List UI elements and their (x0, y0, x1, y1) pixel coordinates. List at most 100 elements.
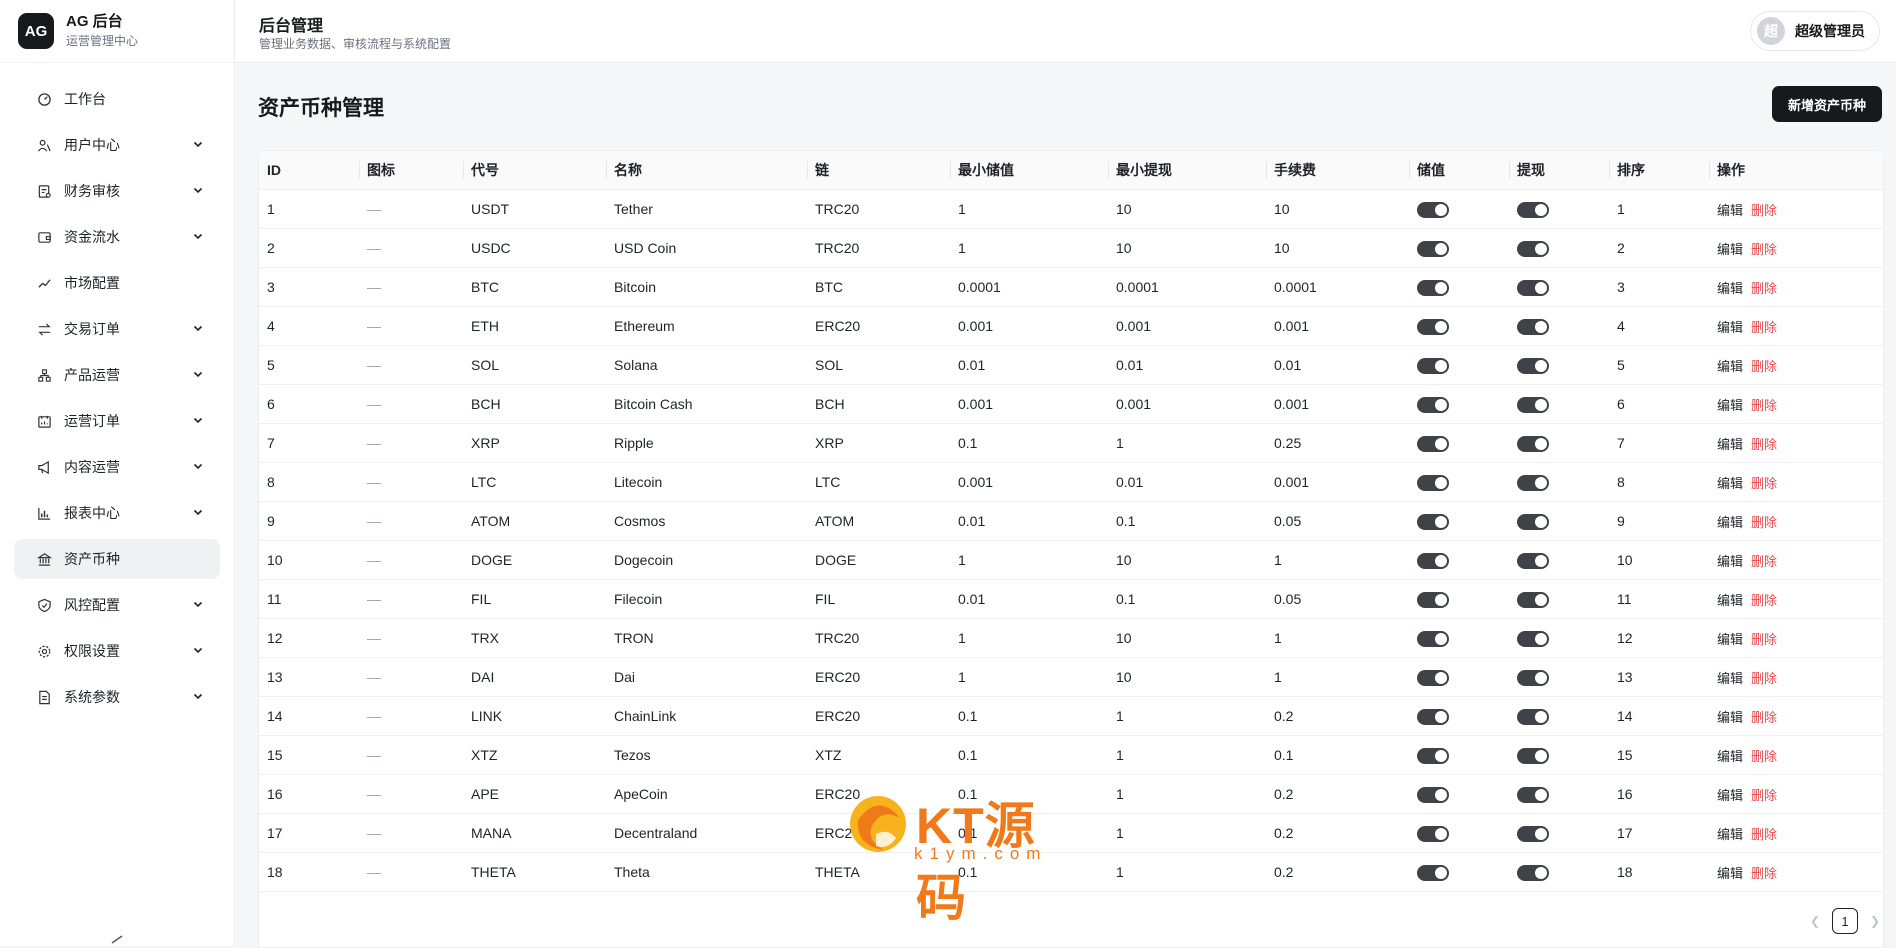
edit-button[interactable]: 编辑 (1717, 515, 1743, 530)
edit-button[interactable]: 编辑 (1717, 788, 1743, 803)
deposit-enabled-toggle[interactable] (1417, 513, 1449, 530)
delete-button[interactable]: 删除 (1751, 671, 1777, 686)
sidebar-item-9[interactable]: 报表中心 (14, 493, 220, 533)
withdraw-enabled-toggle[interactable] (1517, 279, 1549, 296)
delete-button[interactable]: 删除 (1751, 398, 1777, 413)
delete-button[interactable]: 删除 (1751, 827, 1777, 842)
withdraw-enabled-toggle[interactable] (1517, 318, 1549, 335)
deposit-enabled-toggle[interactable] (1417, 591, 1449, 608)
edit-button[interactable]: 编辑 (1717, 866, 1743, 881)
delete-button[interactable]: 删除 (1751, 710, 1777, 725)
chevron-down-icon[interactable] (192, 506, 204, 518)
chevron-down-icon[interactable] (192, 230, 204, 242)
delete-button[interactable]: 删除 (1751, 632, 1777, 647)
prev-page-icon[interactable]: ❮ (1808, 914, 1822, 928)
withdraw-enabled-toggle[interactable] (1517, 396, 1549, 413)
deposit-enabled-toggle[interactable] (1417, 435, 1449, 452)
deposit-enabled-toggle[interactable] (1417, 786, 1449, 803)
sidebar-item-2[interactable]: 财务审核 (14, 171, 220, 211)
edit-button[interactable]: 编辑 (1717, 398, 1743, 413)
edit-button[interactable]: 编辑 (1717, 710, 1743, 725)
delete-button[interactable]: 删除 (1751, 554, 1777, 569)
deposit-enabled-toggle[interactable] (1417, 552, 1449, 569)
sidebar-item-5[interactable]: 交易订单 (14, 309, 220, 349)
delete-button[interactable]: 删除 (1751, 788, 1777, 803)
withdraw-enabled-toggle[interactable] (1517, 552, 1549, 569)
withdraw-enabled-toggle[interactable] (1517, 513, 1549, 530)
deposit-enabled-toggle[interactable] (1417, 201, 1449, 218)
sidebar-item-13[interactable]: 系统参数 (14, 677, 220, 717)
withdraw-enabled-toggle[interactable] (1517, 669, 1549, 686)
withdraw-enabled-toggle[interactable] (1517, 708, 1549, 725)
delete-button[interactable]: 删除 (1751, 281, 1777, 296)
chevron-down-icon[interactable] (192, 184, 204, 196)
edit-button[interactable]: 编辑 (1717, 554, 1743, 569)
collapse-sidebar-icon[interactable] (110, 934, 124, 944)
sidebar-item-10[interactable]: 资产币种 (14, 539, 220, 579)
delete-button[interactable]: 删除 (1751, 515, 1777, 530)
sidebar-item-3[interactable]: 资金流水 (14, 217, 220, 257)
chevron-down-icon[interactable] (192, 690, 204, 702)
edit-button[interactable]: 编辑 (1717, 320, 1743, 335)
sidebar-item-7[interactable]: 运营订单 (14, 401, 220, 441)
deposit-enabled-toggle[interactable] (1417, 279, 1449, 296)
next-page-icon[interactable]: ❯ (1868, 914, 1882, 928)
edit-button[interactable]: 编辑 (1717, 281, 1743, 296)
edit-button[interactable]: 编辑 (1717, 593, 1743, 608)
add-asset-button[interactable]: 新增资产币种 (1771, 86, 1882, 122)
withdraw-enabled-toggle[interactable] (1517, 357, 1549, 374)
sidebar-item-11[interactable]: 风控配置 (14, 585, 220, 625)
edit-button[interactable]: 编辑 (1717, 476, 1743, 491)
edit-button[interactable]: 编辑 (1717, 359, 1743, 374)
sidebar-item-0[interactable]: 工作台 (14, 79, 220, 119)
sidebar-item-6[interactable]: 产品运营 (14, 355, 220, 395)
edit-button[interactable]: 编辑 (1717, 632, 1743, 647)
withdraw-enabled-toggle[interactable] (1517, 786, 1549, 803)
sidebar-item-1[interactable]: 用户中心 (14, 125, 220, 165)
deposit-enabled-toggle[interactable] (1417, 630, 1449, 647)
delete-button[interactable]: 删除 (1751, 749, 1777, 764)
withdraw-enabled-toggle[interactable] (1517, 240, 1549, 257)
chevron-down-icon[interactable] (192, 322, 204, 334)
withdraw-enabled-toggle[interactable] (1517, 747, 1549, 764)
chevron-down-icon[interactable] (192, 598, 204, 610)
deposit-enabled-toggle[interactable] (1417, 864, 1449, 881)
delete-button[interactable]: 删除 (1751, 476, 1777, 491)
withdraw-enabled-toggle[interactable] (1517, 591, 1549, 608)
delete-button[interactable]: 删除 (1751, 593, 1777, 608)
chevron-down-icon[interactable] (192, 644, 204, 656)
delete-button[interactable]: 删除 (1751, 242, 1777, 257)
deposit-enabled-toggle[interactable] (1417, 318, 1449, 335)
edit-button[interactable]: 编辑 (1717, 749, 1743, 764)
edit-button[interactable]: 编辑 (1717, 437, 1743, 452)
chevron-down-icon[interactable] (192, 414, 204, 426)
deposit-enabled-toggle[interactable] (1417, 396, 1449, 413)
page-number[interactable]: 1 (1832, 908, 1858, 934)
edit-button[interactable]: 编辑 (1717, 203, 1743, 218)
edit-button[interactable]: 编辑 (1717, 827, 1743, 842)
withdraw-enabled-toggle[interactable] (1517, 435, 1549, 452)
edit-button[interactable]: 编辑 (1717, 242, 1743, 257)
chevron-down-icon[interactable] (192, 138, 204, 150)
deposit-enabled-toggle[interactable] (1417, 747, 1449, 764)
deposit-enabled-toggle[interactable] (1417, 357, 1449, 374)
deposit-enabled-toggle[interactable] (1417, 474, 1449, 491)
withdraw-enabled-toggle[interactable] (1517, 474, 1549, 491)
deposit-enabled-toggle[interactable] (1417, 825, 1449, 842)
withdraw-enabled-toggle[interactable] (1517, 864, 1549, 881)
delete-button[interactable]: 删除 (1751, 359, 1777, 374)
delete-button[interactable]: 删除 (1751, 437, 1777, 452)
edit-button[interactable]: 编辑 (1717, 671, 1743, 686)
deposit-enabled-toggle[interactable] (1417, 240, 1449, 257)
user-menu[interactable]: 超 超级管理员 (1750, 11, 1880, 51)
delete-button[interactable]: 删除 (1751, 866, 1777, 881)
withdraw-enabled-toggle[interactable] (1517, 201, 1549, 218)
sidebar-item-12[interactable]: 权限设置 (14, 631, 220, 671)
delete-button[interactable]: 删除 (1751, 320, 1777, 335)
delete-button[interactable]: 删除 (1751, 203, 1777, 218)
deposit-enabled-toggle[interactable] (1417, 708, 1449, 725)
sidebar-item-8[interactable]: 内容运营 (14, 447, 220, 487)
withdraw-enabled-toggle[interactable] (1517, 825, 1549, 842)
chevron-down-icon[interactable] (192, 368, 204, 380)
sidebar-item-4[interactable]: 市场配置 (14, 263, 220, 303)
